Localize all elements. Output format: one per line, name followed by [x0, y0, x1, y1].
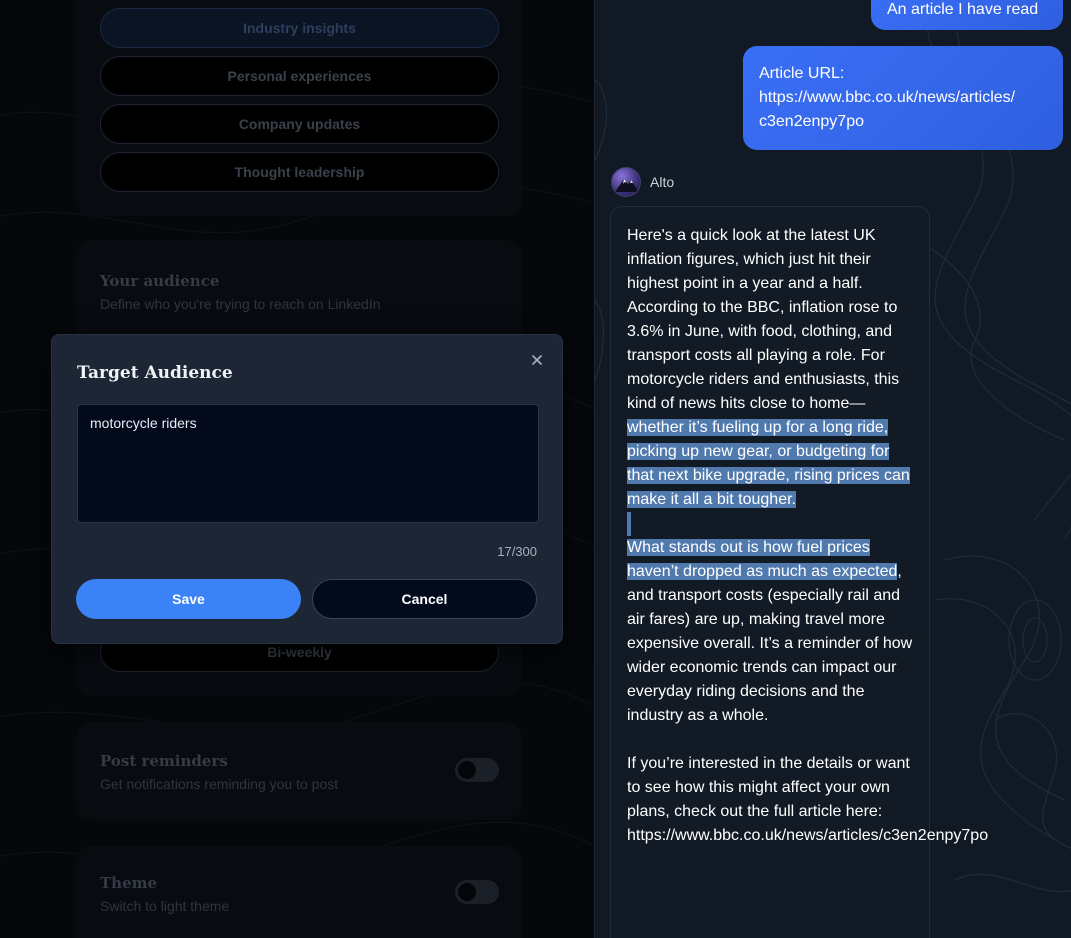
topic-option-industry-insights[interactable]: Industry insights — [100, 8, 499, 48]
topic-option-company-updates[interactable]: Company updates — [100, 104, 499, 144]
reminders-toggle[interactable] — [455, 758, 499, 782]
audience-title: Your audience — [100, 272, 220, 290]
reply-paragraph: If you’re interested in the details or w… — [627, 755, 989, 844]
toggle-knob — [458, 761, 476, 779]
theme-toggle[interactable] — [455, 880, 499, 904]
target-audience-input[interactable]: motorcycle riders — [77, 404, 539, 523]
target-audience-modal: Target Audience motorcycle riders 17/300… — [51, 334, 563, 644]
reminders-subtitle: Get notifications reminding you to post — [100, 776, 339, 792]
assistant-name: Alto — [650, 174, 675, 190]
theme-subtitle: Switch to light theme — [100, 898, 230, 914]
close-icon[interactable] — [528, 351, 546, 369]
user-message: Article URL: https://www.bbc.co.uk/news/… — [743, 46, 1063, 150]
selection-gap — [627, 512, 631, 536]
mountain-glyph — [615, 179, 639, 192]
topic-option-personal-experiences[interactable]: Personal experiences — [100, 56, 499, 96]
article-url-link-cont[interactable]: c3en2enpy7po — [759, 110, 1047, 134]
cancel-button[interactable]: Cancel — [312, 579, 537, 619]
message-label: Article URL: — [759, 65, 845, 82]
toggle-knob — [458, 883, 476, 901]
reply-text: , and transport costs (especially rail a… — [627, 563, 913, 724]
reminders-title: Post reminders — [100, 752, 228, 770]
assistant-message: Here's a quick look at the latest UK inf… — [610, 206, 989, 938]
close-icon-glyph — [532, 355, 542, 365]
selected-text: whether it’s fueling up for a long ride,… — [627, 419, 910, 508]
assistant-header: Alto — [611, 167, 674, 197]
reply-text: Here's a quick look at the latest UK inf… — [627, 227, 900, 412]
reply-paragraph: What stands out is how fuel prices haven… — [627, 536, 913, 728]
reply-paragraph — [627, 512, 913, 536]
chat-panel: An article I have read Article URL: http… — [594, 0, 1071, 938]
save-button[interactable]: Save — [76, 579, 301, 619]
theme-title: Theme — [100, 874, 158, 892]
topic-option-thought-leadership[interactable]: Thought leadership — [100, 152, 499, 192]
character-counter: 17/300 — [497, 544, 537, 559]
selected-text: What stands out is how fuel prices haven… — [627, 539, 898, 580]
mountain-avatar-icon — [611, 167, 641, 197]
modal-title: Target Audience — [77, 363, 233, 383]
article-url-link[interactable]: https://www.bbc.co.uk/news/articles/ — [759, 86, 1047, 110]
audience-subtitle: Define who you're trying to reach on Lin… — [100, 296, 381, 312]
user-message: An article I have read — [871, 0, 1063, 30]
reply-paragraph: Here's a quick look at the latest UK inf… — [627, 224, 913, 512]
